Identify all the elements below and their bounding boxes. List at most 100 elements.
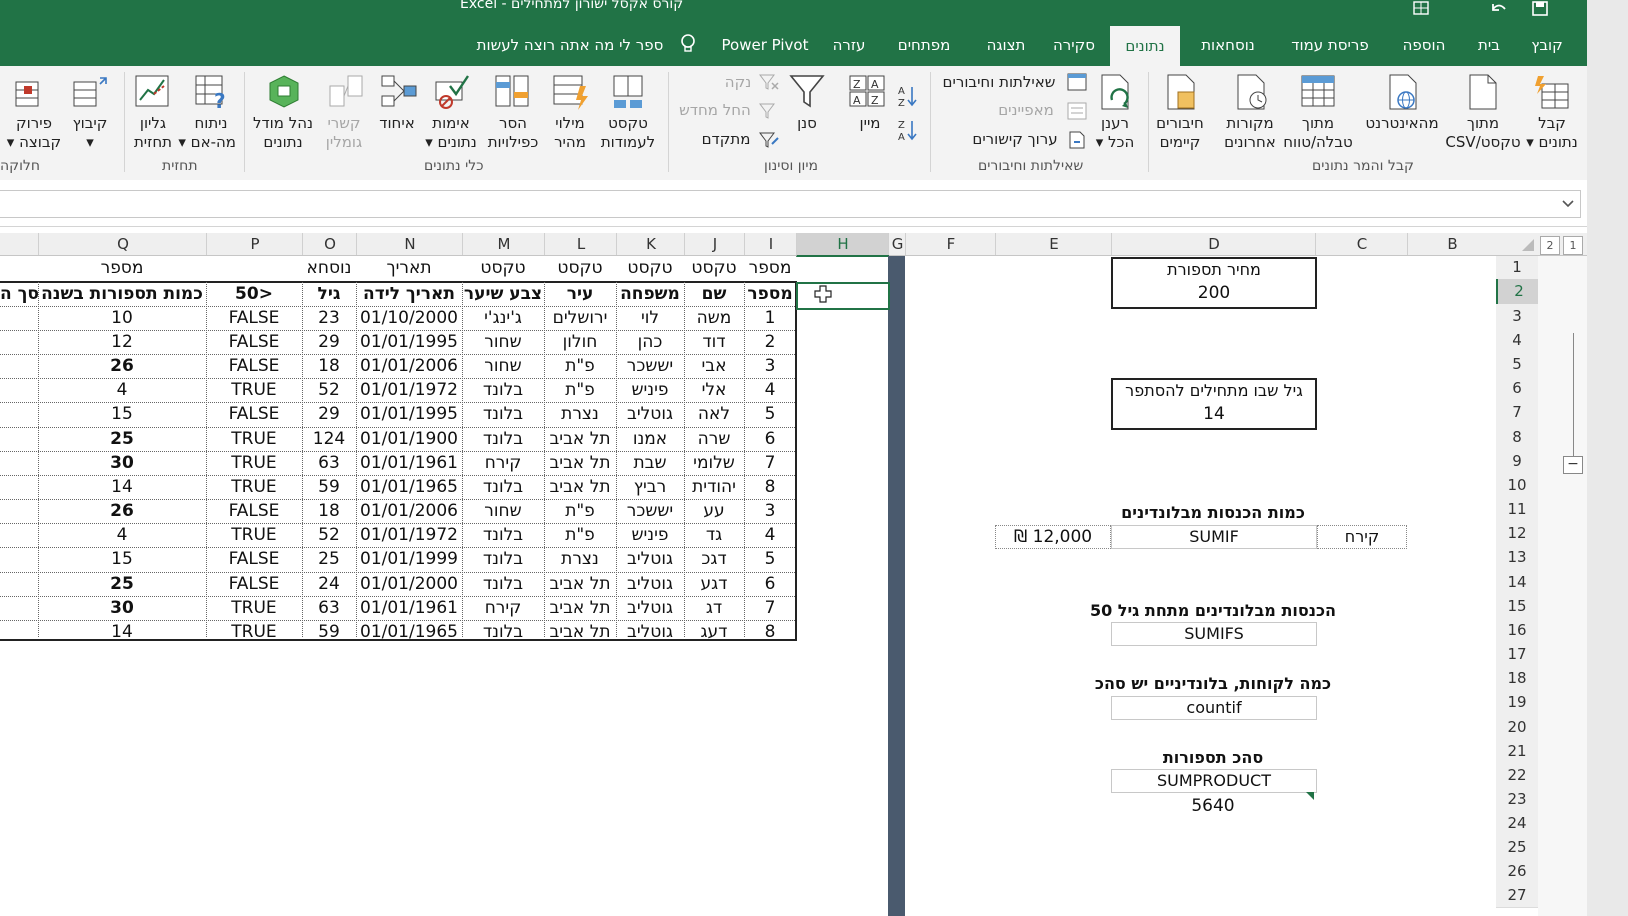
cell-p[interactable]: TRUE: [206, 597, 302, 620]
row-header[interactable]: 2: [1496, 279, 1540, 305]
cell-k[interactable]: רביץ: [616, 476, 684, 499]
header-j[interactable]: שם: [684, 282, 744, 306]
cell-k[interactable]: יששכר: [616, 355, 684, 378]
sort-za-icon[interactable]: ZA: [896, 118, 918, 146]
cell-m[interactable]: בלונד: [462, 524, 544, 547]
cell-l[interactable]: חולון: [544, 331, 616, 354]
cell-i[interactable]: 3: [744, 500, 796, 523]
cell-j[interactable]: עע: [684, 500, 744, 523]
cell-p[interactable]: TRUE: [206, 428, 302, 451]
cell-p[interactable]: FALSE: [206, 573, 302, 596]
what-if-button[interactable]: ניתוח מה-אם ▾: [178, 114, 236, 152]
cell-o[interactable]: 29: [302, 403, 356, 426]
clear-button[interactable]: נקה: [720, 73, 756, 92]
countif-function-cell[interactable]: countif: [1111, 696, 1317, 720]
column-header-q[interactable]: Q: [38, 233, 207, 255]
cell-n[interactable]: 01/01/1972: [356, 524, 462, 547]
cell-l[interactable]: תל אביב: [544, 428, 616, 451]
cell-q[interactable]: 4: [38, 524, 206, 547]
cell-k[interactable]: פיניש: [616, 524, 684, 547]
type-label-l[interactable]: טקסט: [544, 257, 616, 279]
header-n[interactable]: תאריך לידה: [356, 282, 462, 306]
type-label-i[interactable]: מספר: [744, 257, 796, 279]
cell-l[interactable]: ירושלים: [544, 307, 616, 330]
column-header-p[interactable]: P: [206, 233, 303, 255]
cell-o[interactable]: 29: [302, 331, 356, 354]
cell-j[interactable]: דגע: [684, 573, 744, 596]
cell-p[interactable]: FALSE: [206, 500, 302, 523]
filter-button[interactable]: סנן: [790, 114, 824, 133]
cell-n[interactable]: 01/01/2006: [356, 500, 462, 523]
cell-q[interactable]: 30: [38, 597, 206, 620]
header-m[interactable]: צבע שיער: [462, 282, 544, 306]
cell-i[interactable]: 1: [744, 307, 796, 330]
from-web-button[interactable]: מהאינטרנט: [1360, 114, 1444, 133]
cell-p[interactable]: FALSE: [206, 403, 302, 426]
cell-l[interactable]: תל אביב: [544, 621, 616, 644]
cell-m[interactable]: ג'ינג'י: [462, 307, 544, 330]
cell-i[interactable]: 4: [744, 524, 796, 547]
cell-m[interactable]: בלונד: [462, 379, 544, 402]
cell-o[interactable]: 52: [302, 524, 356, 547]
cell-l[interactable]: פ"ת: [544, 355, 616, 378]
column-header-f[interactable]: F: [905, 233, 996, 255]
column-header-i[interactable]: I: [744, 233, 797, 255]
cell-n[interactable]: 01/01/1995: [356, 403, 462, 426]
flash-fill-button[interactable]: מילוי מהיר: [550, 114, 590, 152]
save-icon[interactable]: [1530, 0, 1550, 18]
cell-j[interactable]: דגכ: [684, 548, 744, 571]
start-age-value[interactable]: 14: [1113, 402, 1315, 426]
row-header[interactable]: 12: [1496, 521, 1538, 546]
cell-k[interactable]: גוטליב: [616, 548, 684, 571]
cell-i[interactable]: 6: [744, 428, 796, 451]
cell-k[interactable]: פיניש: [616, 379, 684, 402]
edit-links-button[interactable]: ערוך קישורים: [968, 130, 1062, 149]
cell-o[interactable]: 18: [302, 355, 356, 378]
tab-page-layout[interactable]: פריסת עמוד: [1277, 24, 1383, 66]
cell-l[interactable]: נצרת: [544, 548, 616, 571]
cell-p[interactable]: FALSE: [206, 548, 302, 571]
cell-l[interactable]: תל אביב: [544, 573, 616, 596]
from-csv-button[interactable]: מתוך טקסט/CSV: [1444, 114, 1522, 152]
ungroup-button[interactable]: פירוק קבוצה ▾: [4, 114, 64, 152]
cell-p[interactable]: TRUE: [206, 452, 302, 475]
sort-az-icon[interactable]: AZ: [896, 84, 918, 112]
type-label-n[interactable]: תאריך: [356, 257, 462, 279]
group-button[interactable]: קיבוץ ▾: [68, 114, 112, 152]
expand-formula-icon[interactable]: [1560, 196, 1576, 210]
cell-q[interactable]: 26: [38, 355, 206, 378]
row-header[interactable]: 4: [1496, 328, 1538, 353]
sumif-function-cell[interactable]: SUMIF: [1111, 525, 1317, 549]
cell-o[interactable]: 59: [302, 621, 356, 644]
row-header[interactable]: 20: [1496, 715, 1538, 740]
column-header-k[interactable]: K: [616, 233, 685, 255]
cell-l[interactable]: נצרת: [544, 403, 616, 426]
cell-l[interactable]: תל אביב: [544, 597, 616, 620]
cell-l[interactable]: פ"ת: [544, 379, 616, 402]
cell-j[interactable]: אבי: [684, 355, 744, 378]
row-header[interactable]: 9: [1496, 449, 1538, 474]
cell-i[interactable]: 4: [744, 379, 796, 402]
row-header[interactable]: 17: [1496, 642, 1538, 667]
row-header[interactable]: 25: [1496, 835, 1538, 860]
cell-j[interactable]: אלי: [684, 379, 744, 402]
column-header-g[interactable]: G: [888, 233, 906, 255]
cell-k[interactable]: אמנו: [616, 428, 684, 451]
cell-p[interactable]: TRUE: [206, 621, 302, 644]
tab-insert[interactable]: הוספה: [1392, 24, 1456, 66]
tab-home[interactable]: בית: [1464, 24, 1514, 66]
row-header[interactable]: 24: [1496, 811, 1538, 836]
cell-i[interactable]: 5: [744, 548, 796, 571]
cell-l[interactable]: פ"ת: [544, 524, 616, 547]
cell-m[interactable]: שחור: [462, 500, 544, 523]
cell-k[interactable]: שבת: [616, 452, 684, 475]
column-header-j[interactable]: J: [684, 233, 745, 255]
header-o[interactable]: גיל: [302, 282, 356, 306]
cell-n[interactable]: 01/01/2006: [356, 355, 462, 378]
cell-l[interactable]: פ"ת: [544, 500, 616, 523]
tab-formulas[interactable]: נוסחאות: [1186, 24, 1270, 66]
cell-l[interactable]: תל אביב: [544, 476, 616, 499]
cell-n[interactable]: 01/01/1961: [356, 597, 462, 620]
column-header-n[interactable]: N: [356, 233, 463, 255]
sumproduct-function-cell[interactable]: SUMPRODUCT: [1111, 769, 1317, 793]
